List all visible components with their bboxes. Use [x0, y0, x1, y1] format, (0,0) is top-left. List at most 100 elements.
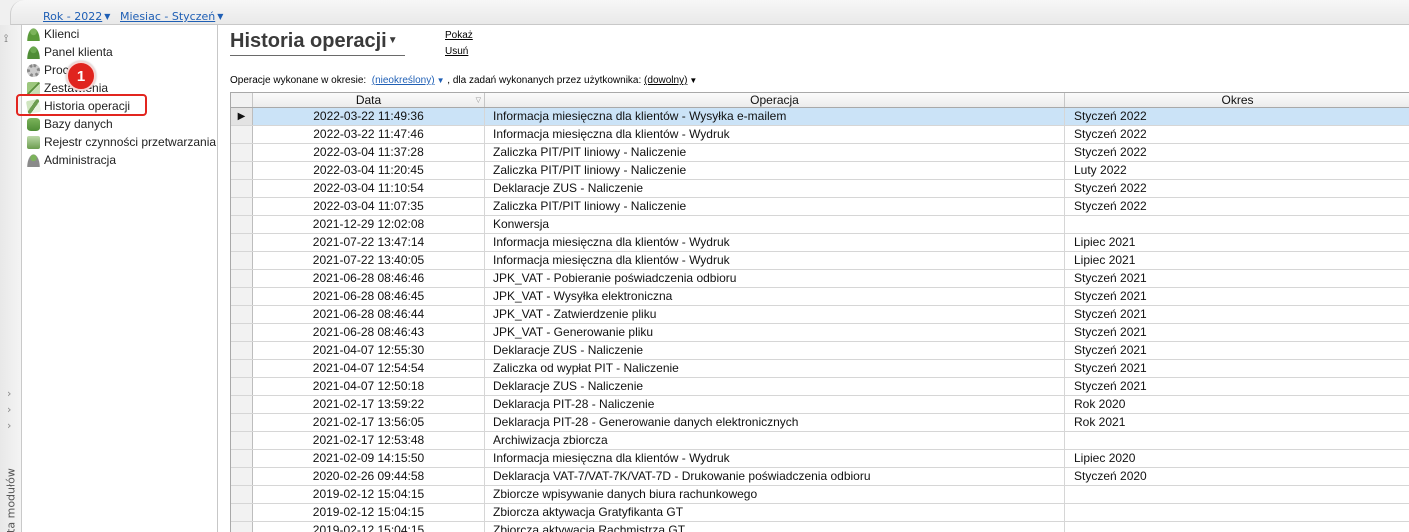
table-row[interactable]: 2020-02-26 09:44:58 Deklaracja VAT-7/VAT-… [231, 468, 1409, 486]
row-indicator[interactable] [231, 252, 253, 269]
table-row[interactable]: 2022-03-04 11:20:45 Zaliczka PIT/PIT lini… [231, 162, 1409, 180]
date-cell: 2021-04-07 12:55:30 [253, 342, 485, 359]
month-dropdown[interactable]: Miesiac - Styczeń ▼ [120, 10, 223, 23]
operation-cell: Informacja miesięczna dla klientów - Wyd… [485, 126, 1065, 143]
column-header-label: Data [355, 93, 382, 107]
column-header-operation[interactable]: Operacja [485, 93, 1065, 107]
row-indicator[interactable] [231, 198, 253, 215]
module-item-processes[interactable]: Procesy [22, 61, 218, 79]
period-cell: Lipiec 2020 [1065, 450, 1409, 467]
module-item-clients[interactable]: Klienci [22, 25, 218, 43]
module-list-toggle[interactable]: Lista modułów [2, 460, 20, 532]
row-indicator[interactable] [231, 504, 253, 521]
pin-icon[interactable]: ⟟ [4, 32, 8, 46]
table-row[interactable]: 2021-06-28 08:46:44 JPK_VAT - Zatwierdzen… [231, 306, 1409, 324]
year-dropdown[interactable]: Rok - 2022 ▼ [43, 10, 110, 23]
period-filter-dropdown[interactable]: (nieokreślony) [372, 75, 435, 86]
table-row[interactable]: 2022-03-22 11:47:46 Informacja miesięczna… [231, 126, 1409, 144]
table-row[interactable]: 2021-02-17 12:53:48 Archiwizacja zbiorcza [231, 432, 1409, 450]
module-item-databases[interactable]: Bazy danych [22, 115, 218, 133]
date-cell: 2022-03-22 11:49:36 [253, 108, 485, 125]
row-indicator[interactable] [231, 432, 253, 449]
table-row[interactable]: 2019-02-12 15:04:15 Zbiorcza aktywacja Gr… [231, 504, 1409, 522]
table-row[interactable]: 2021-06-28 08:46:43 JPK_VAT - Generowanie… [231, 324, 1409, 342]
date-cell: 2022-03-04 11:20:45 [253, 162, 485, 179]
table-row[interactable]: 2022-03-04 11:37:28 Zaliczka PIT/PIT lini… [231, 144, 1409, 162]
row-indicator[interactable] [231, 270, 253, 287]
chevron-right-icon[interactable]: › [7, 403, 11, 416]
table-row[interactable]: 2021-07-22 13:40:05 Informacja miesięczna… [231, 252, 1409, 270]
row-indicator[interactable] [231, 468, 253, 485]
period-cell [1065, 432, 1409, 449]
row-indicator[interactable] [231, 378, 253, 395]
period-cell: Luty 2022 [1065, 162, 1409, 179]
row-indicator[interactable] [231, 288, 253, 305]
row-indicator[interactable] [231, 144, 253, 161]
row-indicator[interactable] [231, 216, 253, 233]
table-row[interactable]: 2021-02-09 14:15:50 Informacja miesięczna… [231, 450, 1409, 468]
module-item-processing-register[interactable]: Rejestr czynności przetwarzania [22, 133, 218, 151]
table-row[interactable]: 2021-02-17 13:59:22 Deklaracja PIT-28 - N… [231, 396, 1409, 414]
table-row[interactable]: 2022-03-04 11:10:54 Deklaracje ZUS - Nali… [231, 180, 1409, 198]
row-indicator[interactable] [231, 306, 253, 323]
table-row[interactable]: 2021-07-22 13:47:14 Informacja miesięczna… [231, 234, 1409, 252]
row-indicator[interactable] [231, 324, 253, 341]
operation-cell: Zaliczka PIT/PIT liniowy - Naliczenie [485, 162, 1065, 179]
module-item-administration[interactable]: Administracja [22, 151, 218, 169]
report-icon [27, 81, 40, 95]
row-indicator[interactable] [231, 180, 253, 197]
operation-cell: Zaliczka PIT/PIT liniowy - Naliczenie [485, 198, 1065, 215]
row-indicator[interactable] [231, 162, 253, 179]
row-indicator[interactable] [231, 414, 253, 431]
date-cell: 2019-02-12 15:04:15 [253, 504, 485, 521]
row-indicator[interactable] [231, 486, 253, 503]
row-indicator[interactable] [231, 450, 253, 467]
row-indicator[interactable] [231, 396, 253, 413]
module-item-client-panel[interactable]: Panel klienta [22, 43, 218, 61]
row-indicator[interactable] [231, 126, 253, 143]
table-row[interactable]: 2021-04-07 12:50:18 Deklaracje ZUS - Nali… [231, 378, 1409, 396]
column-header-label: Okres [1221, 93, 1254, 107]
operation-cell: Informacja miesięczna dla klientów - Wyd… [485, 450, 1065, 467]
sort-icon: ▽ [475, 97, 481, 104]
period-cell: Styczeń 2021 [1065, 306, 1409, 323]
table-row[interactable]: 2019-02-12 15:04:15 Zbiorcze wpisywanie d… [231, 486, 1409, 504]
column-header-date[interactable]: Data ▽ [253, 93, 485, 107]
date-cell: 2019-02-12 15:04:15 [253, 486, 485, 503]
table-row[interactable]: 2021-06-28 08:46:45 JPK_VAT - Wysyłka ele… [231, 288, 1409, 306]
user-filter-dropdown[interactable]: (dowolny) [644, 75, 687, 86]
date-cell: 2020-02-26 09:44:58 [253, 468, 485, 485]
period-cell [1065, 522, 1409, 532]
table-row[interactable]: 2021-04-07 12:54:54 Zaliczka od wypłat PI… [231, 360, 1409, 378]
row-indicator[interactable] [231, 342, 253, 359]
date-cell: 2021-12-29 12:02:08 [253, 216, 485, 233]
table-row[interactable]: 2021-12-29 12:02:08 Konwersja [231, 216, 1409, 234]
table-row[interactable]: 2021-06-28 08:46:46 JPK_VAT - Pobieranie … [231, 270, 1409, 288]
period-cell: Styczeń 2021 [1065, 360, 1409, 377]
table-row[interactable]: 2022-03-04 11:07:35 Zaliczka PIT/PIT lini… [231, 198, 1409, 216]
period-cell: Styczeń 2022 [1065, 144, 1409, 161]
table-row[interactable]: 2019-02-12 15:04:15 Zbiorcza aktywacja Ra… [231, 522, 1409, 532]
table-row[interactable]: 2021-04-07 12:55:30 Deklaracje ZUS - Nali… [231, 342, 1409, 360]
table-row[interactable]: ▶ 2022-03-22 11:49:36 Informacja miesięczn… [231, 108, 1409, 126]
chevron-right-icon[interactable]: › [7, 387, 11, 400]
table-row[interactable]: 2021-02-17 13:56:05 Deklaracja PIT-28 - G… [231, 414, 1409, 432]
period-cell: Rok 2021 [1065, 414, 1409, 431]
page-title[interactable]: Historia operacji▼ [230, 30, 398, 53]
chevron-down-icon[interactable]: ▼ [437, 76, 445, 85]
module-item-label: Panel klienta [44, 45, 113, 59]
delete-link[interactable]: Usuń [445, 46, 468, 57]
chevron-right-icon[interactable]: › [7, 419, 11, 432]
chevron-down-icon[interactable]: ▼ [689, 76, 697, 85]
row-indicator[interactable] [231, 522, 253, 532]
date-cell: 2021-06-28 08:46:43 [253, 324, 485, 341]
show-link[interactable]: Pokaż [445, 30, 473, 41]
row-indicator[interactable] [231, 360, 253, 377]
row-indicator[interactable] [231, 234, 253, 251]
module-item-label: Bazy danych [44, 117, 113, 131]
period-cell: Styczeń 2021 [1065, 324, 1409, 341]
current-row-indicator-icon[interactable]: ▶ [231, 108, 253, 125]
period-cell: Styczeń 2021 [1065, 342, 1409, 359]
date-cell: 2019-02-12 15:04:15 [253, 522, 485, 532]
column-header-period[interactable]: Okres [1065, 93, 1409, 107]
